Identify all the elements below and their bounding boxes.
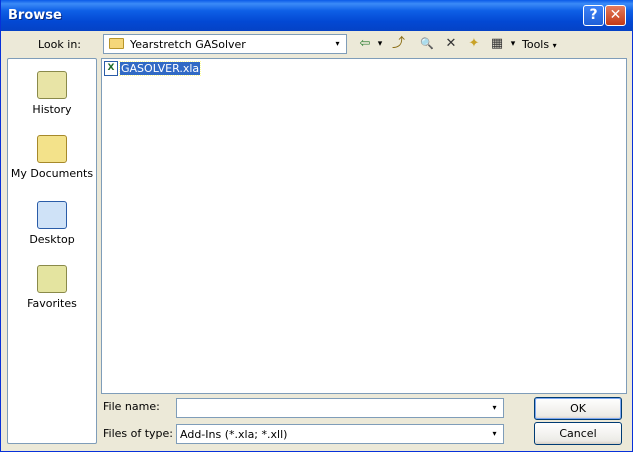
- place-label: Favorites: [27, 297, 77, 310]
- chevron-down-icon: ▾: [552, 41, 557, 50]
- views-icon[interactable]: ▦: [488, 36, 506, 52]
- favorites-icon: [37, 265, 67, 293]
- up-folder-icon[interactable]: ⤴: [390, 36, 407, 52]
- tools-menu[interactable]: Tools ▾: [522, 38, 557, 51]
- back-icon[interactable]: ⇦: [357, 36, 373, 52]
- my-documents-icon: [37, 135, 67, 163]
- title-bar[interactable]: Browse ? ✕: [1, 0, 633, 31]
- look-in-value: Yearstretch GASolver: [130, 38, 246, 51]
- tools-label: Tools: [522, 38, 550, 51]
- ok-button[interactable]: OK: [534, 397, 622, 420]
- file-name-label: File name:: [103, 400, 160, 413]
- search-web-icon[interactable]: 🔍: [418, 36, 436, 52]
- chevron-down-icon[interactable]: ▾: [487, 426, 502, 442]
- file-name-field[interactable]: ▾: [176, 398, 504, 418]
- file-type-label: Files of type:: [103, 427, 174, 440]
- file-type-value: Add-Ins (*.xla; *.xll): [180, 428, 288, 441]
- place-label: Desktop: [29, 233, 75, 246]
- file-name: GASOLVER.xla: [118, 61, 202, 76]
- window-title: Browse: [8, 8, 62, 23]
- close-button[interactable]: ✕: [605, 5, 626, 26]
- place-label: History: [32, 103, 72, 116]
- place-label: My Documents: [10, 167, 94, 180]
- file-list[interactable]: X GASOLVER.xla: [101, 58, 627, 394]
- browse-dialog: Browse ? ✕ Look in: Yearstretch GASolver…: [0, 0, 633, 452]
- look-in-label: Look in:: [38, 38, 81, 51]
- delete-icon[interactable]: ✕: [443, 36, 459, 52]
- chevron-down-icon[interactable]: ▾: [487, 400, 502, 416]
- places-bar: History My Documents Desktop Favorites: [7, 58, 97, 444]
- new-folder-icon[interactable]: ✦: [465, 36, 483, 52]
- excel-addin-icon: X: [104, 61, 118, 76]
- folder-icon: [109, 38, 124, 49]
- back-dropdown-icon[interactable]: ▾: [375, 36, 385, 52]
- desktop-icon: [37, 201, 67, 229]
- chevron-down-icon[interactable]: ▾: [330, 36, 345, 52]
- cancel-button[interactable]: Cancel: [534, 422, 622, 445]
- help-button[interactable]: ?: [583, 5, 604, 26]
- look-in-combo[interactable]: Yearstretch GASolver ▾: [103, 34, 347, 54]
- views-dropdown-icon[interactable]: ▾: [508, 36, 518, 52]
- history-icon: [37, 71, 67, 99]
- file-type-select[interactable]: Add-Ins (*.xla; *.xll) ▾: [176, 424, 504, 444]
